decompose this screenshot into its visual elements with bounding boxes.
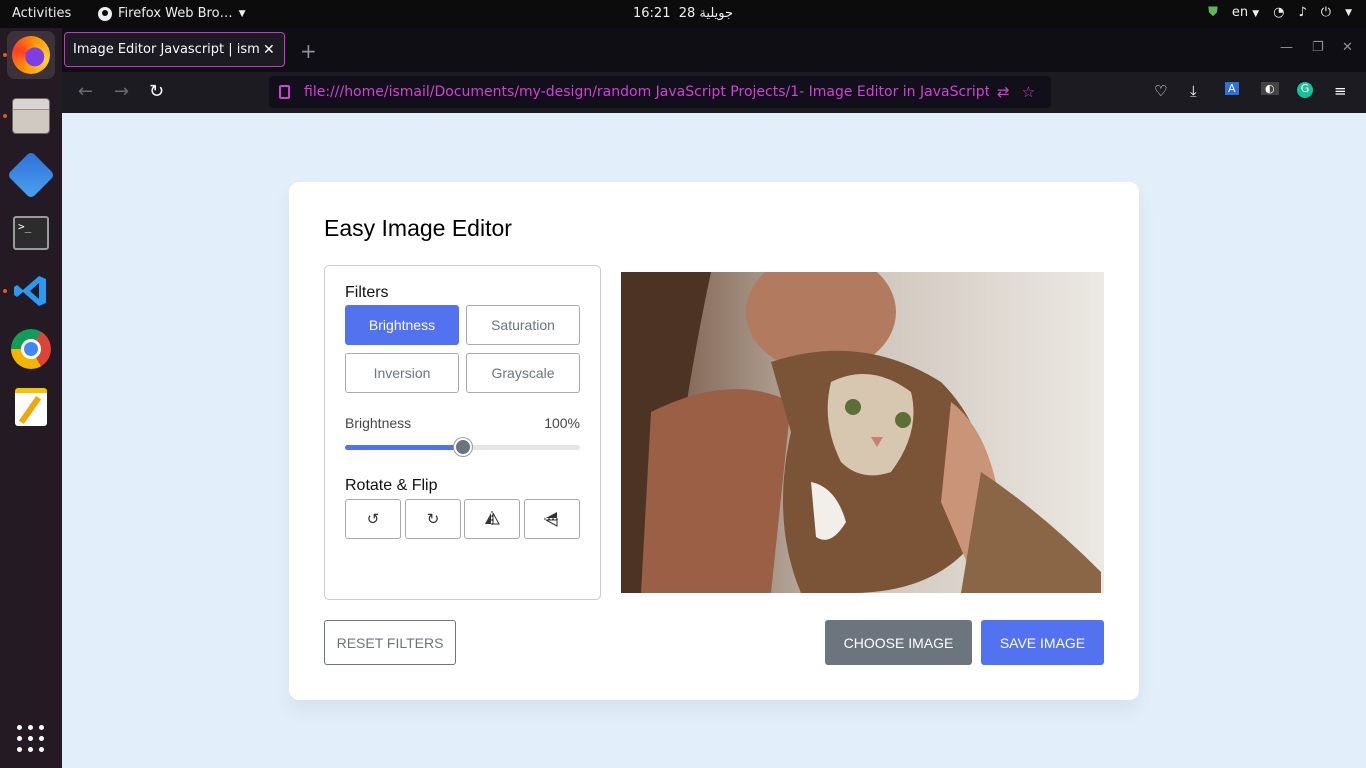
dock-text-editor[interactable] xyxy=(7,383,55,431)
tab-bar: Image Editor Javascript | ism ✕ + — ❐ ✕ xyxy=(62,28,1366,72)
vscode-icon xyxy=(14,276,46,306)
chevron-down-icon: ▼ xyxy=(1252,9,1260,19)
cat-photo xyxy=(621,272,1104,593)
url-text[interactable]: file:///home/ismail/Documents/my-design/… xyxy=(304,84,989,100)
download-icon[interactable]: ⤓ xyxy=(1190,82,1197,100)
wifi-icon: ◔ xyxy=(1273,5,1285,20)
filter-inversion-button[interactable]: Inversion xyxy=(345,353,459,393)
flip-horizontal-icon xyxy=(485,511,500,527)
running-indicator xyxy=(3,289,7,293)
filter-grayscale-button[interactable]: Grayscale xyxy=(466,353,580,393)
ide-icon xyxy=(6,150,56,200)
rotate-right-icon: ↻ xyxy=(426,511,440,528)
tab-title: Image Editor Javascript | ism xyxy=(73,42,259,57)
grammarly-icon[interactable]: G xyxy=(1297,82,1313,98)
forward-arrow-icon[interactable]: → xyxy=(114,81,129,102)
bookmark-star-icon[interactable]: ☆ xyxy=(1022,83,1035,101)
rotate-heading: Rotate & Flip xyxy=(345,477,438,494)
editor-card: Easy Image Editor Filters Brightness Sat… xyxy=(289,182,1139,700)
restore-button[interactable]: ❐ xyxy=(1312,40,1324,55)
clock-date: 28 جويلية xyxy=(678,6,733,21)
filters-heading: Filters xyxy=(345,284,389,301)
page-icon xyxy=(279,85,290,99)
tab-image-editor[interactable]: Image Editor Javascript | ism ✕ xyxy=(64,32,285,67)
power-icon: ⏻ xyxy=(1320,5,1332,20)
language-label: en xyxy=(1231,5,1249,20)
extension-icon[interactable]: ◐ xyxy=(1261,82,1279,95)
dock-vscode[interactable] xyxy=(3,267,55,315)
dock-firefox[interactable] xyxy=(3,31,55,79)
choose-image-button[interactable]: Choose Image xyxy=(825,620,972,665)
clock[interactable]: 16:21 28 جويلية xyxy=(0,6,1366,21)
rotate-right-button[interactable]: ↻ xyxy=(405,499,461,539)
language-indicator[interactable]: en ▼ xyxy=(1232,5,1259,20)
system-tray[interactable]: ⛊ en ▼ ◔ ♪ ⏻ ▼ xyxy=(1208,5,1352,20)
dock-files[interactable] xyxy=(3,92,55,140)
slider-info: Brightness 100% xyxy=(345,415,580,431)
save-image-button[interactable]: Save Image xyxy=(981,620,1104,665)
terminal-icon: >_ xyxy=(13,216,49,250)
navigation-bar: ← → ↻ file:///home/ismail/Documents/my-d… xyxy=(62,72,1366,113)
slider-name: Brightness xyxy=(345,415,412,431)
show-applications-icon[interactable] xyxy=(17,725,45,753)
flip-vertical-icon xyxy=(544,512,560,527)
page-viewport: Easy Image Editor Filters Brightness Sat… xyxy=(62,113,1366,768)
flip-vertical-button[interactable] xyxy=(524,499,580,539)
clock-time: 16:21 xyxy=(633,6,671,21)
slider-value: 100% xyxy=(544,415,580,431)
running-indicator xyxy=(3,53,7,57)
dock-ide[interactable] xyxy=(6,150,56,200)
close-icon[interactable]: ✕ xyxy=(263,42,275,58)
url-bar[interactable]: file:///home/ismail/Documents/my-design/… xyxy=(269,76,1051,108)
controls-panel: Filters Brightness Saturation Inversion … xyxy=(324,265,601,600)
slider-fill xyxy=(345,445,463,450)
chrome-icon xyxy=(11,329,51,369)
image-preview xyxy=(621,272,1104,593)
files-icon xyxy=(12,98,50,134)
firefox-icon xyxy=(12,36,50,74)
translate-icon[interactable]: ⇄ xyxy=(997,83,1010,101)
reload-icon[interactable]: ↻ xyxy=(149,81,164,102)
text-editor-icon xyxy=(15,388,47,426)
window-close-button[interactable]: ✕ xyxy=(1342,40,1353,55)
back-arrow-icon[interactable]: ← xyxy=(78,81,93,102)
dock-terminal[interactable]: >_ xyxy=(7,209,55,257)
running-indicator xyxy=(3,114,7,118)
filter-slider[interactable] xyxy=(345,438,580,456)
filter-saturation-button[interactable]: Saturation xyxy=(466,305,580,345)
dock-chrome[interactable] xyxy=(7,325,55,373)
chevron-down-icon: ▼ xyxy=(1345,7,1352,18)
translate-extension-icon[interactable]: A xyxy=(1225,82,1239,95)
rotate-left-icon: ↺ xyxy=(366,511,380,528)
rotate-left-button[interactable]: ↺ xyxy=(345,499,401,539)
page-title: Easy Image Editor xyxy=(324,215,512,241)
menu-icon[interactable]: ≡ xyxy=(1334,82,1347,100)
filter-brightness-button[interactable]: Brightness xyxy=(345,305,459,345)
shield-icon: ⛊ xyxy=(1208,5,1218,20)
dock: >_ xyxy=(0,28,62,768)
slider-thumb[interactable] xyxy=(453,438,472,456)
minimize-button[interactable]: — xyxy=(1280,40,1293,55)
new-tab-button[interactable]: + xyxy=(300,39,317,63)
system-top-bar: Activities Firefox Web Bro… ▼ 16:21 28 ج… xyxy=(0,0,1366,28)
pocket-icon[interactable]: ♡ xyxy=(1154,82,1167,100)
volume-icon: ♪ xyxy=(1298,5,1307,20)
flip-horizontal-button[interactable] xyxy=(464,499,520,539)
reset-filters-button[interactable]: Reset Filters xyxy=(324,620,456,665)
